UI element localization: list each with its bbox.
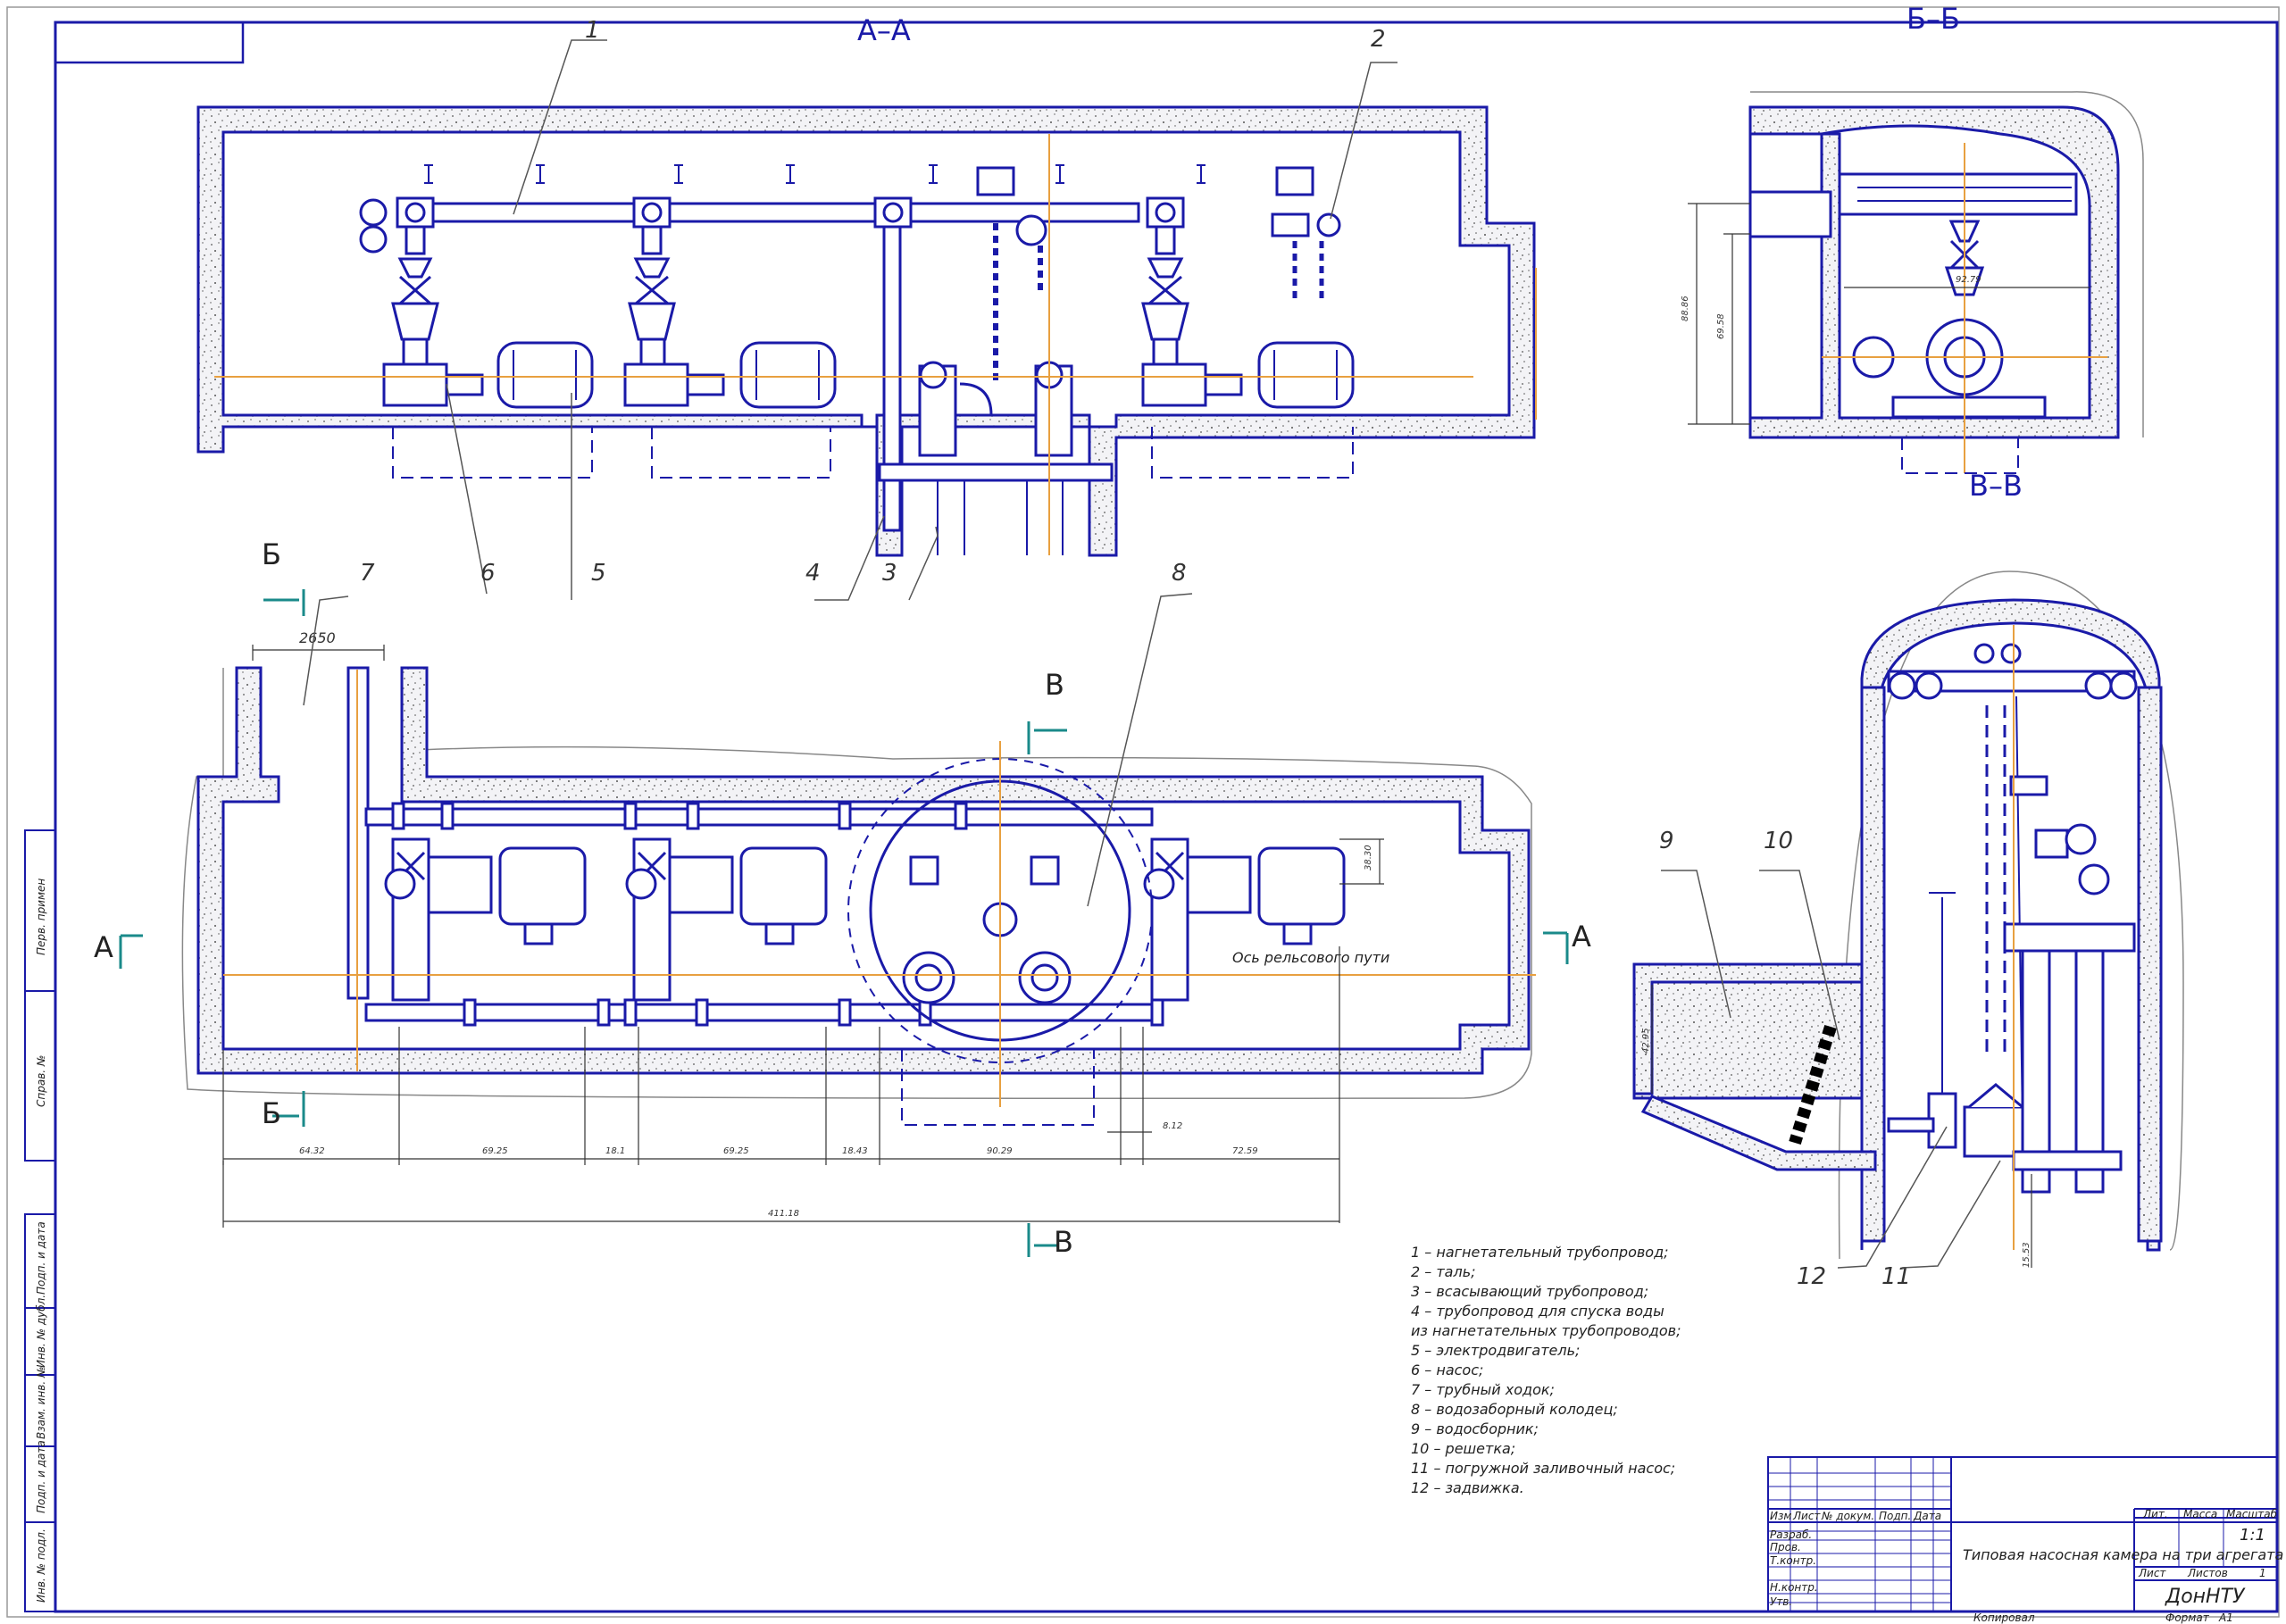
legend-item-6: 6 – насос; [1411,1362,1483,1378]
callout-6: 6 [480,560,496,587]
tb-ndokum: № докум. [1821,1510,1874,1522]
section-aa-view: А–А [196,13,1537,557]
legend-item-8: 8 – водозаборный колодец; [1411,1401,1618,1418]
stamp-podp-data-1: Подп. и дата [35,1221,47,1295]
legend-item-4b: из нагнетательных трубопроводов; [1411,1322,1681,1339]
legend-item-2: 2 – таль; [1411,1263,1476,1280]
dim-181: 18.1 [605,1146,625,1156]
dim-6925b: 69.25 [723,1146,749,1156]
callout-3: 3 [882,560,897,587]
section-vv-view: 42.95 15.53 [1632,570,2184,1268]
legend-item-5: 5 – электродвигатель; [1411,1342,1580,1359]
legend-item-4: 4 – трубопровод для спуска воды [1411,1303,1664,1320]
legend-item-1: 1 – нагнетательный трубопровод; [1411,1244,1669,1261]
legend-item-11: 11 – погружной заливочный насос; [1411,1460,1675,1477]
dim-8886: 88.86 [1681,296,1690,321]
side-stamp: Перв. примен Справ. № Подп. и дата Инв. … [24,829,56,1612]
callout-5: 5 [591,560,606,587]
aa-well-equipment [873,166,1114,555]
stamp-vzam-inv: Взам. инв. № [35,1367,47,1439]
drawing-sheet: А–А Б–Б 88.86 69.58 92.79 В–В Ось рельсо… [6,2,2283,1624]
dim-2650: 2650 [299,629,336,646]
dim-9029: 90.29 [987,1146,1013,1156]
tb-prov: Пров. [1770,1541,1801,1553]
cut-a-left: А [94,930,113,964]
callout-10: 10 [1764,828,1793,854]
cut-b-bottom: Б [262,1096,281,1130]
callout-2: 2 [1371,26,1386,53]
dim-3830: 38.30 [1364,845,1373,870]
dim-6925a: 69.25 [482,1146,508,1156]
tb-data: Дата [1913,1510,1941,1522]
tb-format: Формат [2165,1612,2210,1624]
section-bb-view: Б–Б 88.86 69.58 92.79 В–В [1681,2,2144,503]
section-bb-label: Б–Б [1906,2,1960,36]
dim-6958: 69.58 [1716,313,1726,339]
tb-utv: Утв. [1770,1595,1792,1608]
tb-razrab: Разраб. [1770,1528,1812,1541]
section-vv-label: В–В [1969,469,2023,503]
callout-8: 8 [1172,560,1187,587]
dim-812: 8.12 [1163,1121,1182,1131]
tb-izm: Изм [1770,1510,1791,1522]
stamp-inv-dubl: Инв. № дубл. [35,1295,47,1368]
tb-masshtab: Масштаб [2226,1508,2278,1520]
dim-7259: 72.59 [1232,1146,1258,1156]
cut-v-bottom: В [1054,1225,1073,1259]
section-aa-label: А–А [857,13,911,47]
plan-view: Ось рельсового пути 2650 64.32 69.25 18.… [181,629,1536,1228]
legend: 1 – нагнетательный трубопровод; 2 – таль… [1411,1244,1681,1496]
stamp-sprav: Справ. № [35,1055,47,1107]
stamp-inv-podl: Инв. № подл. [35,1528,47,1603]
legend-item-3: 3 – всасывающий трубопровод; [1411,1283,1648,1300]
tb-drawing-title: Типовая насосная камера на три агрегата [1963,1546,2283,1563]
tb-kopiroval: Копировал [1973,1612,2035,1624]
tb-listov-value: 1 [2259,1567,2266,1579]
legend-item-9: 9 – водосборник; [1411,1420,1539,1437]
callout-7: 7 [360,560,375,587]
aa-hoist [1271,166,1341,299]
tb-nkontr: Н.контр. [1770,1581,1818,1594]
dim-1553: 15.53 [2022,1242,2032,1268]
tb-podp: Подп. [1879,1510,1911,1522]
callout-4: 4 [805,560,821,587]
cut-b-top: Б [262,537,281,571]
dim-9279: 92.79 [1956,275,1981,285]
cut-a-right: А [1572,920,1591,954]
legend-item-7: 7 – трубный ходок; [1411,1381,1555,1398]
legend-item-10: 10 – решетка; [1411,1440,1515,1457]
callout-1: 1 [585,17,600,44]
tb-massa: Масса [2183,1508,2217,1520]
tb-scale-value: 1:1 [2240,1526,2265,1545]
dim-1843: 18.43 [842,1146,868,1156]
tb-tkontr: Т.контр. [1770,1554,1816,1567]
rail-axis-label: Ось рельсового пути [1232,949,1389,966]
dim-4118: 411.18 [768,1209,799,1219]
dim-4295: 42.95 [1641,1028,1651,1054]
tb-list: Лист [1792,1510,1821,1522]
cut-v-top: В [1045,668,1064,702]
dim-6432: 64.32 [299,1146,325,1156]
callout-12: 12 [1797,1263,1826,1290]
stamp-podp-data-2: Подп. и дата [35,1440,47,1513]
legend-item-12: 12 – задвижка. [1411,1479,1524,1496]
tb-format-value: А1 [2218,1612,2233,1624]
tb-listov-label: Листов [2187,1567,2228,1579]
stamp-perv-primen: Перв. примен [35,879,47,955]
callout-9: 9 [1659,828,1674,854]
tb-org: ДонНТУ [2165,1586,2246,1608]
aa-pump-unit-1 [359,196,594,409]
aa-pump-unit-2 [623,196,837,409]
title-block: Изм Лист № докум. Подп. Дата Разраб. Про… [1767,1456,2283,1624]
tb-list-label: Лист [2138,1567,2166,1579]
tb-lit: Лит. [2142,1508,2168,1520]
